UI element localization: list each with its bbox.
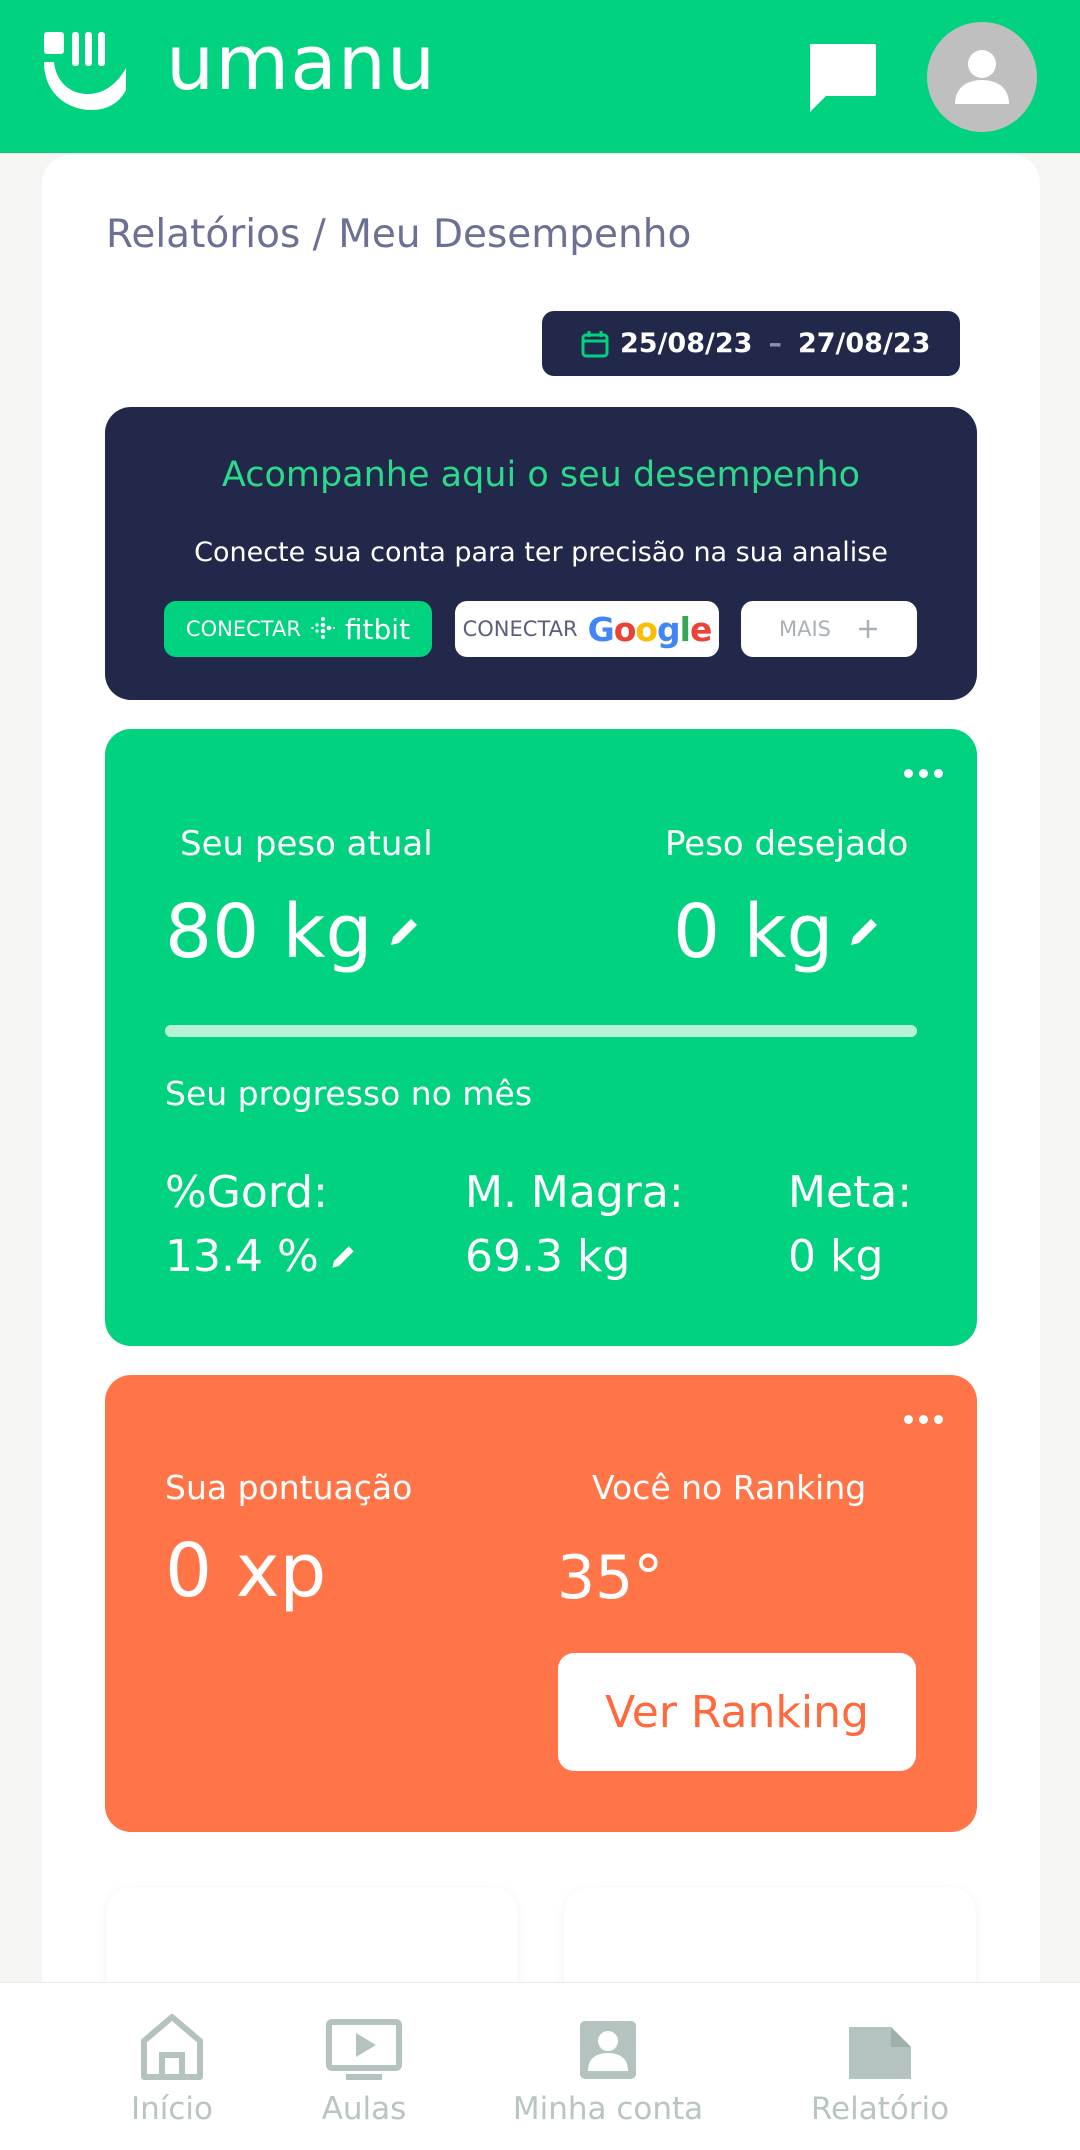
nav-label-aulas: Aulas <box>321 2091 407 2127</box>
nav-label-relatorio: Relatório <box>810 2091 950 2127</box>
current-weight: 80 kg <box>165 889 421 975</box>
nav-label-inicio: Início <box>130 2091 214 2127</box>
date-separator: – <box>768 328 782 359</box>
weight-card: Seu peso atual 80 kg Peso desejado 0 kg … <box>105 729 977 1346</box>
calendar-icon <box>581 330 609 357</box>
play-icon <box>326 2019 402 2080</box>
points-label: Sua pontuação <box>165 1468 413 1507</box>
connect-more-label: MAIS <box>778 617 831 641</box>
goal-value: 0 kg <box>788 1231 884 1282</box>
date-start: 25/08/23 <box>620 328 753 359</box>
connect-banner: Acompanhe aqui o seu desempenho Conecte … <box>105 407 977 700</box>
google-letter: g <box>657 609 681 649</box>
connect-more-button[interactable]: MAIS <box>741 601 917 657</box>
nav-label-minha-conta: Minha conta <box>512 2091 704 2127</box>
connect-google-button[interactable]: CONECTAR Google <box>455 601 719 657</box>
google-letter: o <box>635 609 658 649</box>
goal-stat: Meta: 0 kg <box>788 1161 912 1289</box>
connect-subtitle: Conecte sua conta para ter precisão na s… <box>194 537 888 568</box>
score-card-menu-icon[interactable] <box>904 1415 943 1424</box>
app-name: umanu <box>166 18 437 107</box>
lean-mass-value: 69.3 kg <box>465 1231 631 1282</box>
connect-title: Acompanhe aqui o seu desempenho <box>221 455 861 495</box>
ranking-label: Você no Ranking <box>592 1468 867 1507</box>
google-letter: o <box>613 609 637 649</box>
weight-progress-bar <box>165 1025 917 1037</box>
report-icon <box>849 2027 911 2079</box>
breadcrumb: Relatórios / Meu Desempenho <box>106 212 692 257</box>
google-letter: G <box>587 609 615 649</box>
home-icon <box>141 2014 203 2080</box>
date-end: 27/08/23 <box>797 328 931 359</box>
fitbit-logo-icon <box>311 617 335 639</box>
view-ranking-button[interactable]: Ver Ranking <box>558 1653 916 1771</box>
nav-item-inicio[interactable]: Início <box>112 1983 232 2150</box>
score-card: Sua pontuação 0 xp Você no Ranking 35° V… <box>105 1375 977 1832</box>
user-icon <box>955 50 1009 104</box>
body-fat-label: %Gord: <box>165 1167 328 1218</box>
google-letter: e <box>689 609 712 649</box>
bottom-nav: Início Aulas Minha conta Relatório <box>0 1982 1080 2150</box>
nav-item-relatorio[interactable]: Relatório <box>800 1983 960 2150</box>
google-brand: Google <box>587 609 713 649</box>
top-header: umanu <box>0 0 1080 153</box>
weight-card-menu-icon[interactable] <box>904 769 943 778</box>
monthly-progress-label: Seu progresso no mês <box>165 1074 533 1113</box>
connect-fitbit-button[interactable]: CONECTAR fitbit <box>164 601 432 657</box>
nav-item-aulas[interactable]: Aulas <box>304 1983 424 2150</box>
edit-body-fat-icon[interactable] <box>329 1243 357 1271</box>
body-fat-stat: %Gord: 13.4 % <box>165 1161 357 1289</box>
nav-item-minha-conta[interactable]: Minha conta <box>508 1983 708 2150</box>
lean-mass-label: M. Magra: <box>465 1167 684 1218</box>
weight-progress-fill <box>165 1025 917 1037</box>
app-root: umanu Relatórios / Meu Desempenho 25/08/… <box>0 0 1080 2150</box>
google-letter: l <box>679 609 691 649</box>
target-weight: 0 kg <box>673 889 881 975</box>
body-fat-value: 13.4 % <box>165 1231 319 1282</box>
points-value: 0 xp <box>165 1528 327 1614</box>
current-weight-label: Seu peso atual <box>180 824 433 864</box>
body-fat: 13.4 % <box>165 1225 357 1289</box>
target-weight-label: Peso desejado <box>665 824 909 864</box>
avatar[interactable] <box>927 22 1037 132</box>
chat-icon[interactable] <box>804 40 880 116</box>
connect-google-label: CONECTAR <box>462 617 578 641</box>
fitbit-brand: fitbit <box>344 612 411 646</box>
goal-label: Meta: <box>788 1167 913 1218</box>
lean-mass-stat: M. Magra: 69.3 kg <box>465 1161 684 1289</box>
connect-fitbit-label: CONECTAR <box>185 617 301 641</box>
date-range-picker[interactable]: 25/08/23 – 27/08/23 <box>542 311 960 376</box>
edit-target-weight-icon[interactable] <box>847 915 881 949</box>
edit-current-weight-icon[interactable] <box>387 915 421 949</box>
plus-icon <box>859 620 877 638</box>
account-icon <box>580 2021 636 2079</box>
umanu-logo-icon <box>44 32 126 110</box>
current-weight-value: 80 kg <box>165 889 373 975</box>
target-weight-value: 0 kg <box>673 889 834 975</box>
ranking-value: 35° <box>557 1543 664 1613</box>
